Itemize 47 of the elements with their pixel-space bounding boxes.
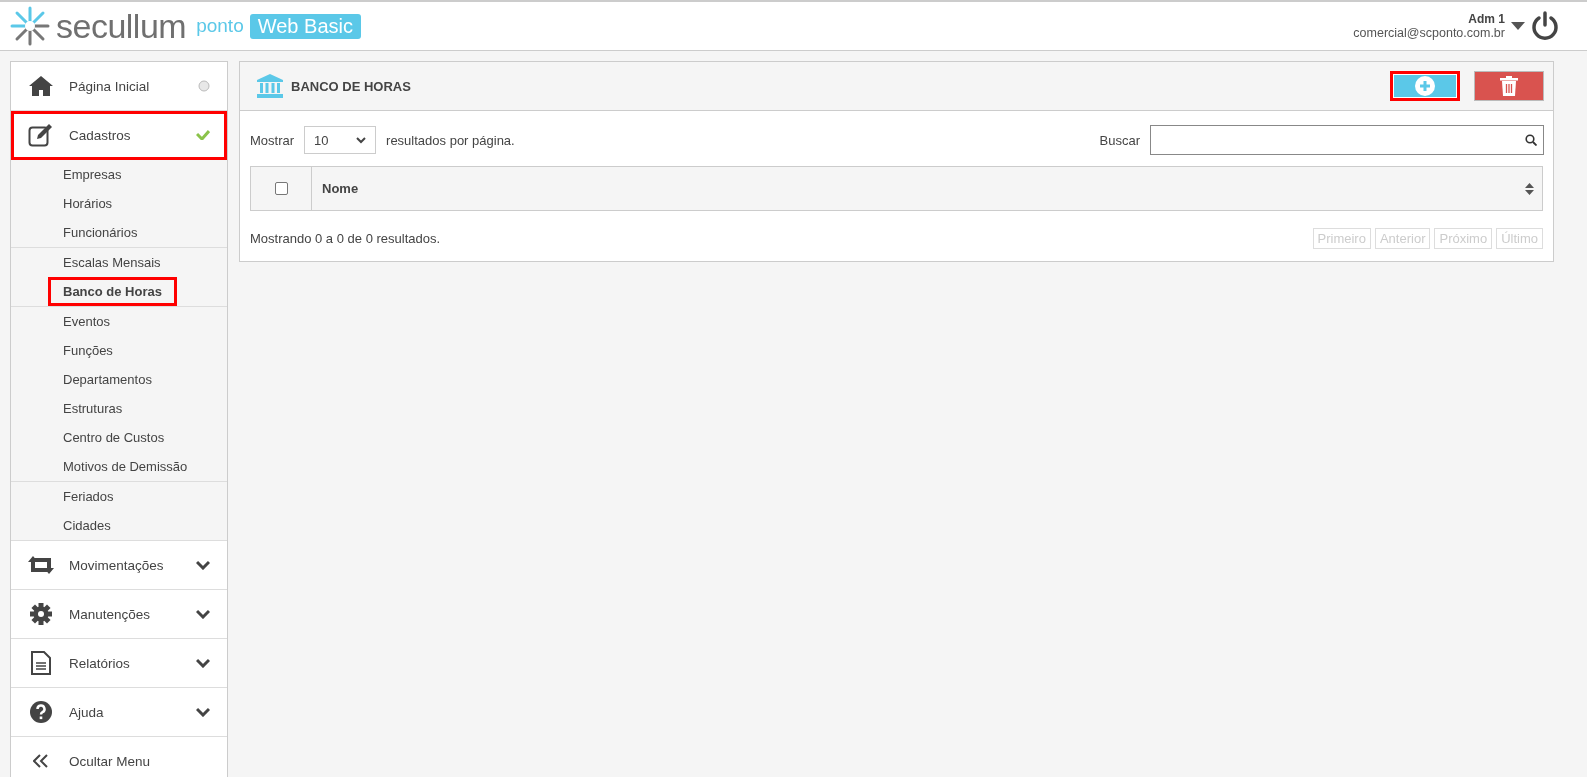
select-all-checkbox[interactable] (274, 182, 288, 195)
trash-icon (1500, 76, 1518, 96)
submenu-item[interactable]: Departamentos (48, 365, 167, 394)
search-label: Buscar (1099, 132, 1140, 148)
page-size-suffix: resultados por página. (386, 132, 515, 148)
submenu-item[interactable]: Empresas (48, 160, 137, 189)
show-label: Mostrar (250, 132, 295, 148)
power-icon[interactable] (1531, 11, 1559, 41)
results-info: Mostrando 0 a 0 de 0 resultados. (250, 231, 441, 246)
submenu-item[interactable]: Motivos de Demissão (48, 452, 203, 481)
user-name[interactable]: Adm 1 (1468, 12, 1505, 26)
sidebar-menu-item[interactable]: Cadastros (11, 111, 227, 160)
edit-icon (28, 123, 54, 147)
document-icon (31, 651, 51, 675)
bank-building-icon (257, 74, 283, 98)
search-icon (1525, 134, 1537, 146)
starburst-logo-icon (10, 6, 50, 46)
submenu-item[interactable]: Funcionários (48, 218, 153, 247)
panel-title: BANCO DE HORAS (291, 78, 411, 94)
user-email: comercial@scponto.com.br (1353, 26, 1505, 40)
column-header[interactable]: Nome (322, 181, 359, 196)
dropdown-caret-icon[interactable] (1511, 22, 1525, 30)
submenu-item[interactable]: Centro de Custos (48, 423, 180, 452)
submenu-item[interactable]: Escalas Mensais (48, 248, 176, 277)
page-size-select[interactable]: 10 (304, 126, 377, 154)
submenu-item[interactable]: Eventos (48, 307, 125, 336)
brand-name: secullum (56, 6, 187, 46)
double-chevron-left-icon (33, 754, 49, 768)
plus-circle-icon (1415, 76, 1435, 96)
edition-badge: Web Basic (249, 13, 361, 39)
repeat-arrows-icon (28, 555, 54, 575)
gear-icon (30, 603, 52, 625)
submenu-item[interactable]: Estruturas (48, 394, 138, 423)
radio-dot-icon (198, 80, 210, 92)
chevron-down-icon (356, 136, 367, 144)
delete-button[interactable] (1474, 71, 1544, 101)
search-field[interactable] (1150, 125, 1544, 155)
help-icon (30, 701, 52, 723)
submenu-item[interactable]: Horários (48, 189, 128, 218)
submenu-item[interactable]: Cidades (48, 511, 126, 540)
add-button[interactable] (1390, 71, 1460, 101)
submenu-item[interactable]: Banco de Horas (48, 277, 177, 306)
product-name: ponto (196, 15, 244, 37)
submenu-item[interactable]: Feriados (48, 482, 129, 511)
home-icon (29, 75, 53, 97)
sort-icon[interactable] (1525, 182, 1534, 195)
submenu-item[interactable]: Funções (48, 336, 128, 365)
